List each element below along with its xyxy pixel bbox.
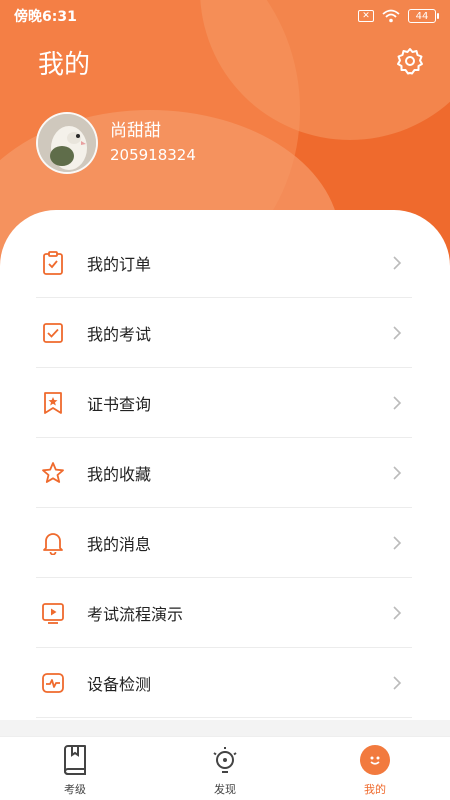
- menu-list: 我的订单 我的考试 证书查询 我的收藏 我的消息 考试流程演示 设备检测: [36, 228, 412, 718]
- book-icon: [60, 745, 90, 775]
- star-icon: [41, 461, 65, 485]
- wifi-icon: [382, 9, 400, 23]
- bookmark-star-icon: [41, 391, 65, 415]
- battery-icon: 44: [408, 9, 439, 23]
- status-bar: 傍晚6:31 ✕ 44: [0, 0, 450, 32]
- chevron-right-icon: [393, 255, 402, 270]
- battery-level: 44: [415, 10, 429, 22]
- menu-item-label: 我的消息: [87, 534, 152, 554]
- clipboard-icon: [41, 250, 65, 275]
- bell-icon: [41, 531, 65, 555]
- monitor-pulse-icon: [41, 671, 65, 695]
- user-id: 205918324: [110, 146, 196, 164]
- tab-discover[interactable]: 发现: [150, 737, 300, 800]
- menu-item-favorites[interactable]: 我的收藏: [36, 438, 412, 508]
- video-play-icon: [41, 601, 65, 625]
- tab-label: 发现: [214, 783, 236, 796]
- avatar[interactable]: [36, 112, 98, 174]
- tab-mine[interactable]: 我的: [300, 737, 450, 800]
- chevron-right-icon: [393, 465, 402, 480]
- menu-item-label: 我的订单: [87, 254, 152, 274]
- exam-check-icon: [41, 321, 65, 345]
- menu-item-exam-demo[interactable]: 考试流程演示: [36, 578, 412, 648]
- chevron-right-icon: [393, 605, 402, 620]
- status-time: 傍晚6:31: [14, 9, 77, 25]
- chevron-right-icon: [393, 325, 402, 340]
- sim-off-icon: ✕: [358, 10, 374, 22]
- menu-item-orders[interactable]: 我的订单: [36, 228, 412, 298]
- user-name: 尚甜甜: [110, 121, 161, 141]
- tab-label: 我的: [364, 783, 386, 796]
- menu-item-label: 考试流程演示: [87, 604, 184, 624]
- menu-item-device-check[interactable]: 设备检测: [36, 648, 412, 718]
- menu-item-exams[interactable]: 我的考试: [36, 298, 412, 368]
- menu-item-messages[interactable]: 我的消息: [36, 508, 412, 578]
- menu-card: 我的订单 我的考试 证书查询 我的收藏 我的消息 考试流程演示 设备检测: [0, 210, 450, 720]
- menu-item-label: 我的收藏: [87, 464, 152, 484]
- menu-item-label: 我的考试: [87, 324, 152, 344]
- menu-item-certificate[interactable]: 证书查询: [36, 368, 412, 438]
- lightbulb-icon: [210, 745, 240, 775]
- chevron-right-icon: [393, 395, 402, 410]
- page-title: 我的: [38, 50, 91, 80]
- settings-gear-icon[interactable]: [396, 47, 424, 75]
- menu-item-label: 设备检测: [87, 674, 152, 694]
- chevron-right-icon: [393, 675, 402, 690]
- tab-exam-level[interactable]: 考级: [0, 737, 150, 800]
- bottom-tab-bar: 考级 发现 我的: [0, 736, 450, 800]
- smiley-icon: [360, 745, 390, 775]
- tab-label: 考级: [64, 783, 86, 796]
- status-icons: ✕ 44: [358, 9, 439, 23]
- chevron-right-icon: [393, 535, 402, 550]
- menu-item-label: 证书查询: [87, 394, 152, 414]
